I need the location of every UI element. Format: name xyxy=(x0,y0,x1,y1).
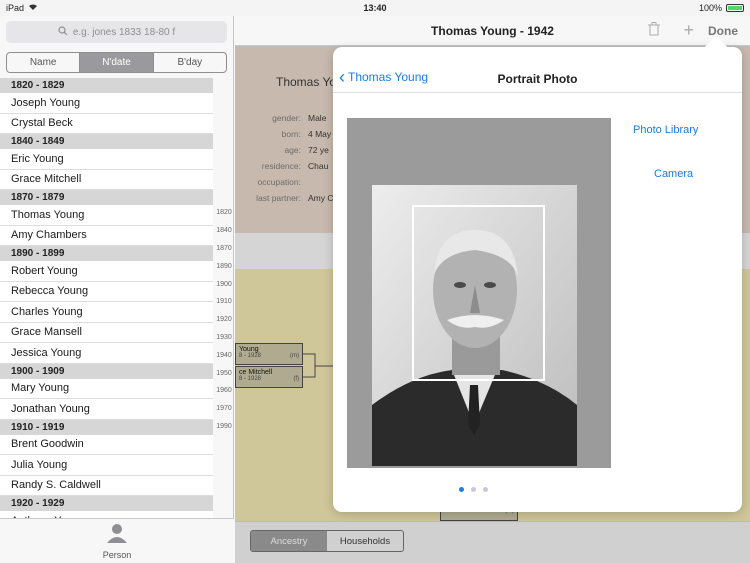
year-index-item[interactable]: 1820 xyxy=(213,204,235,222)
list-item[interactable]: Joseph Young xyxy=(0,93,213,114)
field-label: last partner: xyxy=(256,193,301,203)
field-value: Male xyxy=(308,113,327,123)
search-input[interactable]: e.g. jones 1833 18-80 f xyxy=(6,21,227,43)
popover-header: ‹ Thomas Young Portrait Photo xyxy=(333,47,742,93)
person-icon xyxy=(106,523,128,548)
list-item[interactable]: Eric Young xyxy=(0,149,213,170)
tab-person-label: Person xyxy=(102,549,132,560)
field-label: gender: xyxy=(272,113,301,123)
wifi-icon xyxy=(28,3,38,13)
photo-library-button[interactable]: Photo Library xyxy=(633,124,698,136)
field-label: born: xyxy=(281,129,301,139)
list-item[interactable]: Grace Mansell xyxy=(0,322,213,343)
field-label: residence: xyxy=(261,161,301,171)
year-index-item[interactable]: 1950 xyxy=(213,364,235,382)
year-index-item[interactable]: 1960 xyxy=(213,382,235,400)
tab-ndate[interactable]: N'date xyxy=(80,53,154,72)
list-item[interactable]: Jonathan Young xyxy=(0,399,213,420)
year-index-item[interactable]: 1890 xyxy=(213,257,235,275)
section-header: 1900 - 1909 xyxy=(0,363,213,379)
year-index-item[interactable]: 1940 xyxy=(213,346,235,364)
clock: 13:40 xyxy=(363,3,387,13)
crop-frame[interactable] xyxy=(412,205,545,381)
page-title: Thomas Young - 1942 xyxy=(431,24,554,38)
list-item[interactable]: Robert Young xyxy=(0,261,213,282)
page-dot[interactable] xyxy=(470,487,476,492)
device-name: iPad xyxy=(6,3,25,13)
sort-segmented-control: Name N'date B'day xyxy=(6,52,227,73)
list-item[interactable]: Mary Young xyxy=(0,378,213,399)
page-dot[interactable] xyxy=(458,487,464,492)
year-index-item[interactable]: 1920 xyxy=(213,311,235,329)
portrait-photo-popover: ‹ Thomas Young Portrait Photo Photo Libr… xyxy=(333,35,742,512)
year-index-item[interactable]: 1840 xyxy=(213,222,235,240)
list-item[interactable]: Thomas Young xyxy=(0,205,213,226)
status-bar: iPad 13:40 100% xyxy=(0,0,750,16)
view-tabbar: Ancestry Households xyxy=(235,521,750,563)
tab-bday[interactable]: B'day xyxy=(154,53,226,72)
person-name: Thomas Yo xyxy=(276,75,337,89)
page-indicator[interactable] xyxy=(333,487,613,492)
search-icon xyxy=(58,25,68,39)
camera-button[interactable]: Camera xyxy=(654,168,693,180)
year-index-item[interactable]: 1990 xyxy=(213,418,235,436)
list-item[interactable]: Charles Young xyxy=(0,302,213,323)
battery-percent: 100% xyxy=(698,3,722,13)
year-index-item[interactable]: 1970 xyxy=(213,400,235,418)
done-button[interactable]: Done xyxy=(708,24,738,38)
tree-node[interactable]: ce Mitchell 8 - 1928 (f) xyxy=(235,366,303,388)
person-list: 1820 - 1829 Joseph Young Crystal Beck 1840 … xyxy=(0,78,213,521)
section-header: 1870 - 1879 xyxy=(0,190,213,205)
people-sidebar: e.g. jones 1833 18-80 f Name N'date B'da… xyxy=(0,16,234,563)
section-header: 1920 - 1929 xyxy=(0,496,213,511)
list-item[interactable]: Rebecca Young xyxy=(0,281,213,302)
field-label: age: xyxy=(284,145,301,155)
view-segmented-control: Ancestry Households xyxy=(250,530,404,552)
page-dot[interactable] xyxy=(482,487,488,492)
year-index-item[interactable]: 1910 xyxy=(213,293,235,311)
tab-name[interactable]: Name xyxy=(7,53,81,72)
section-header: 1910 - 1919 xyxy=(0,419,213,435)
year-index-item[interactable]: 1870 xyxy=(213,240,235,258)
nav-bar: + Thomas Young - 1942 Done xyxy=(235,16,750,46)
field-values: Male 4 May 72 ye Chau Amy C xyxy=(308,113,334,209)
list-item[interactable]: Jessica Young xyxy=(0,343,213,364)
section-header: 1890 - 1899 xyxy=(0,246,213,261)
section-header: 1820 - 1829 xyxy=(0,78,213,93)
portrait-photo[interactable] xyxy=(372,185,577,466)
field-labels: gender: born: age: residence: occupation: las… xyxy=(235,113,301,209)
tab-person[interactable]: Person xyxy=(0,518,234,563)
tree-node[interactable]: Young 8 - 1928 (m) xyxy=(235,343,303,365)
list-item[interactable]: Crystal Beck xyxy=(0,113,213,134)
list-item[interactable]: Julia Young xyxy=(0,455,213,476)
list-item[interactable]: Brent Goodwin xyxy=(0,434,213,455)
tab-households[interactable]: Households xyxy=(327,531,403,551)
tree-connector xyxy=(303,353,333,378)
field-value: 72 ye xyxy=(308,145,329,155)
field-value: Amy C xyxy=(308,193,334,203)
tab-ancestry[interactable]: Ancestry xyxy=(251,531,327,551)
section-header: 1840 - 1849 xyxy=(0,134,213,149)
battery-icon xyxy=(726,4,744,12)
year-index: 1820 1840 1870 1890 1900 1910 1920 1930 1940 1950… xyxy=(213,204,235,435)
field-value: Chau xyxy=(308,161,329,171)
photo-frame xyxy=(347,118,611,468)
search-placeholder: e.g. jones 1833 18-80 f xyxy=(72,26,176,38)
field-value xyxy=(308,177,334,193)
field-label: occupation: xyxy=(257,177,301,187)
popover-title: Portrait Photo xyxy=(497,72,578,86)
field-value: 4 May xyxy=(308,129,332,139)
list-item[interactable]: Grace Mitchell xyxy=(0,169,213,190)
year-index-item[interactable]: 1930 xyxy=(213,329,235,347)
list-item[interactable]: Amy Chambers xyxy=(0,225,213,246)
year-index-item[interactable]: 1900 xyxy=(213,275,235,293)
list-item[interactable]: Randy S. Caldwell xyxy=(0,475,213,496)
